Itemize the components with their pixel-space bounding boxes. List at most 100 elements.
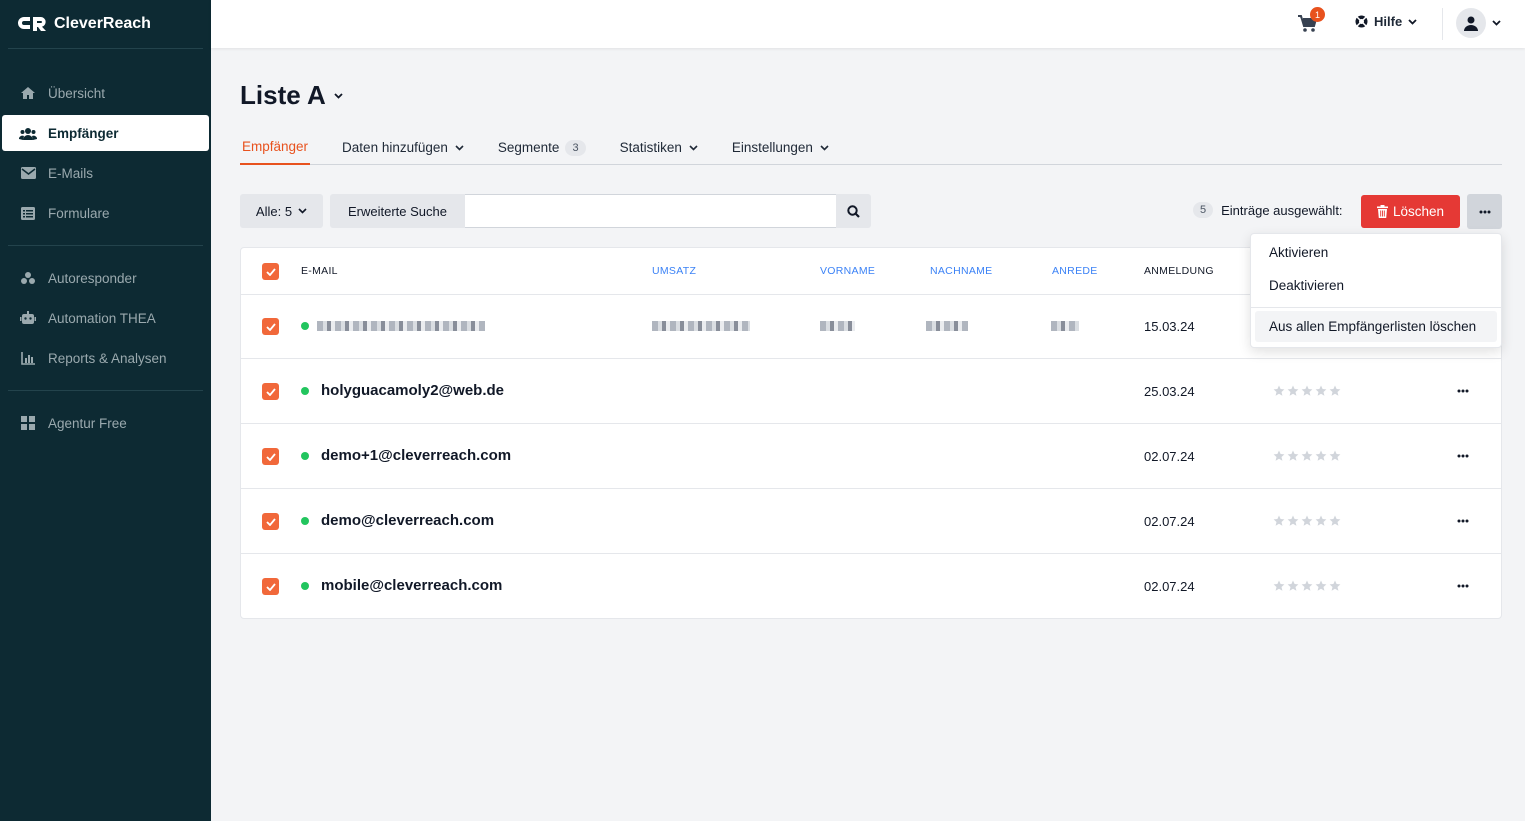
sidebar-item-automation-thea[interactable]: Automation THEA — [2, 300, 209, 336]
checkmark-icon — [265, 452, 276, 461]
star-icon — [1273, 580, 1285, 591]
row-actions-button[interactable] — [1451, 383, 1475, 399]
status-active-dot — [301, 387, 309, 395]
rating-stars — [1273, 580, 1341, 592]
select-all-checkbox[interactable] — [262, 263, 279, 280]
search-input[interactable] — [465, 194, 836, 228]
row-checkbox[interactable] — [262, 318, 279, 335]
tab-empfaenger[interactable]: Empfänger — [240, 130, 311, 165]
recipient-email[interactable]: mobile@cleverreach.com — [321, 577, 502, 594]
recipient-email[interactable]: demo@cleverreach.com — [321, 512, 494, 529]
chevron-down-icon — [334, 92, 343, 99]
menu-item-activate[interactable]: Aktivieren — [1255, 237, 1497, 268]
more-horizontal-icon — [1479, 210, 1490, 213]
rating-stars — [1273, 515, 1341, 527]
star-icon — [1273, 450, 1285, 461]
star-icon — [1287, 580, 1299, 591]
rating-stars — [1273, 450, 1341, 462]
sidebar-item-reports[interactable]: Reports & Analysen — [2, 340, 209, 376]
star-icon — [1315, 580, 1327, 591]
search-button[interactable] — [836, 194, 871, 228]
help-menu[interactable]: Hilfe — [1355, 14, 1417, 29]
selected-count-badge: 5 — [1193, 202, 1214, 218]
signup-date: 25.03.24 — [1144, 384, 1195, 399]
more-horizontal-icon — [1457, 454, 1469, 458]
checkmark-icon — [265, 582, 276, 591]
column-header-anrede[interactable]: ANREDE — [1052, 265, 1098, 277]
bulk-actions-button[interactable] — [1467, 194, 1502, 229]
selection-info: 5 Einträge ausgewählt: — [1193, 202, 1343, 218]
home-icon — [18, 86, 38, 100]
star-icon — [1329, 580, 1341, 591]
column-header-anmeldung: ANMELDUNG — [1144, 265, 1214, 277]
status-active-dot — [301, 322, 309, 330]
grid-icon — [18, 416, 38, 430]
row-checkbox[interactable] — [262, 578, 279, 595]
column-header-umsatz[interactable]: UMSATZ — [652, 265, 696, 277]
redacted-nachname — [926, 321, 968, 331]
menu-item-deactivate[interactable]: Deaktivieren — [1255, 270, 1497, 301]
automation-icon — [18, 311, 38, 325]
row-checkbox[interactable] — [262, 513, 279, 530]
tab-segmente[interactable]: Segmente 3 — [496, 130, 588, 165]
recipient-email[interactable]: demo+1@cleverreach.com — [321, 447, 511, 464]
list-title-dropdown[interactable]: Liste A — [240, 80, 343, 111]
brand-logo[interactable]: CleverReach — [0, 0, 211, 48]
row-actions-button[interactable] — [1451, 513, 1475, 529]
tab-label: Empfänger — [242, 139, 309, 154]
user-menu[interactable] — [1456, 8, 1501, 38]
table-row[interactable]: demo@cleverreach.com 02.07.24 — [241, 489, 1501, 554]
search-icon — [847, 204, 860, 218]
chevron-down-icon — [1408, 18, 1417, 25]
sidebar-item-autoresponder[interactable]: Autoresponder — [2, 260, 209, 296]
tab-einstellungen[interactable]: Einstellungen — [730, 130, 831, 165]
delete-label: Löschen — [1392, 204, 1445, 219]
row-checkbox[interactable] — [262, 448, 279, 465]
mail-icon — [18, 167, 38, 179]
help-label: Hilfe — [1374, 14, 1403, 29]
filter-dropdown[interactable]: Alle: 5 — [240, 194, 323, 228]
row-actions-button[interactable] — [1451, 448, 1475, 464]
sidebar-item-label: Empfänger — [48, 125, 119, 141]
star-icon — [1329, 450, 1341, 461]
table-row[interactable]: demo+1@cleverreach.com 02.07.24 — [241, 424, 1501, 489]
redacted-umsatz — [652, 321, 750, 331]
page-title: Liste A — [240, 80, 326, 110]
tab-daten-hinzufuegen[interactable]: Daten hinzufügen — [340, 130, 466, 165]
tab-label: Einstellungen — [731, 140, 813, 155]
redacted-email — [317, 321, 485, 331]
star-icon — [1287, 515, 1299, 526]
status-active-dot — [301, 582, 309, 590]
column-header-email: E-MAIL — [301, 265, 338, 277]
column-header-vorname[interactable]: VORNAME — [820, 265, 875, 277]
table-row[interactable]: mobile@cleverreach.com 02.07.24 — [241, 554, 1501, 619]
sidebar-item-formulare[interactable]: Formulare — [2, 195, 209, 231]
recipient-email[interactable]: holyguacamoly2@web.de — [321, 382, 504, 399]
search-group: Erweiterte Suche — [330, 194, 871, 228]
cart-button[interactable]: 1 — [1298, 7, 1325, 35]
redacted-anrede — [1051, 321, 1079, 331]
star-icon — [1287, 385, 1299, 396]
row-checkbox[interactable] — [262, 383, 279, 400]
row-actions-button[interactable] — [1451, 578, 1475, 594]
topbar-divider — [1442, 8, 1443, 40]
signup-date: 02.07.24 — [1144, 579, 1195, 594]
advanced-search-button[interactable]: Erweiterte Suche — [330, 194, 465, 228]
star-icon — [1315, 450, 1327, 461]
status-active-dot — [301, 517, 309, 525]
delete-button[interactable]: Löschen — [1361, 195, 1460, 228]
sidebar-item-uebersicht[interactable]: Übersicht — [2, 75, 209, 111]
menu-item-remove-from-all-lists[interactable]: Aus allen Empfängerlisten löschen — [1255, 311, 1497, 342]
sidebar-item-agentur[interactable]: Agentur Free — [2, 405, 209, 441]
lifebuoy-icon — [1355, 15, 1368, 28]
tab-statistiken[interactable]: Statistiken — [618, 130, 700, 165]
table-row[interactable]: holyguacamoly2@web.de 25.03.24 — [241, 359, 1501, 424]
avatar — [1456, 8, 1486, 38]
user-icon — [1464, 16, 1478, 31]
advanced-search-label: Erweiterte Suche — [348, 203, 447, 219]
sidebar-item-empfaenger[interactable]: Empfänger — [2, 115, 209, 151]
star-icon — [1301, 450, 1313, 461]
column-header-nachname[interactable]: NACHNAME — [930, 265, 993, 277]
sidebar-item-label: E-Mails — [48, 165, 94, 181]
sidebar-item-emails[interactable]: E-Mails — [2, 155, 209, 191]
